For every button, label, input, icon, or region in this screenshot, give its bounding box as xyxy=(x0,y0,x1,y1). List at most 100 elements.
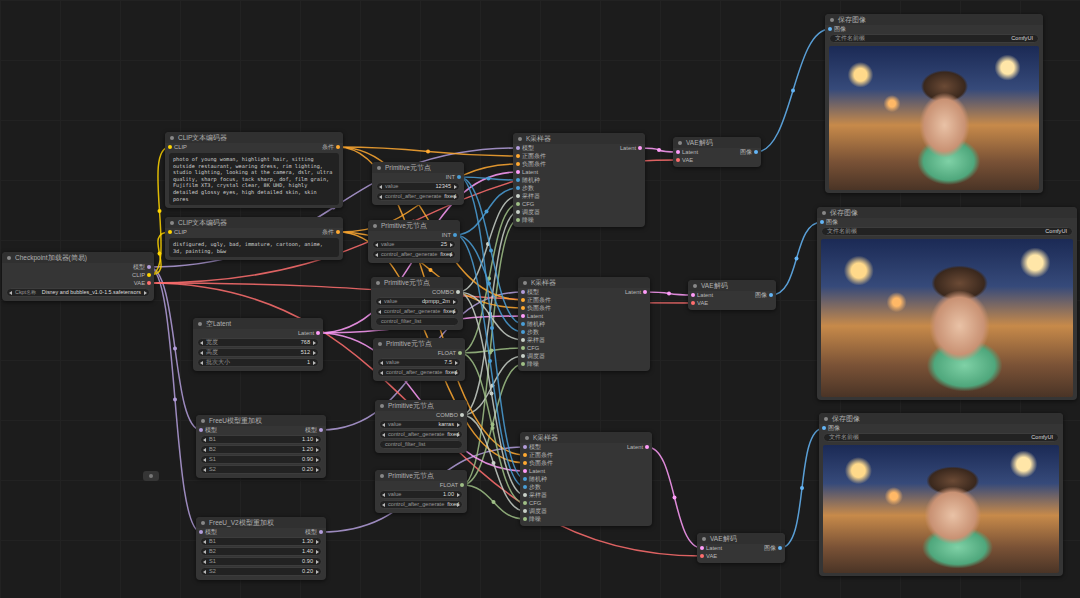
input-port-icon[interactable] xyxy=(199,530,203,534)
input-port-icon[interactable] xyxy=(516,218,520,222)
link-wire[interactable] xyxy=(318,316,523,333)
node-header[interactable]: K采样器 xyxy=(518,277,650,288)
link-midpoint-icon[interactable] xyxy=(488,351,492,355)
decrement-arrow-icon[interactable] xyxy=(382,493,385,497)
input-port-icon[interactable] xyxy=(523,453,527,457)
link-wire[interactable] xyxy=(318,172,518,333)
output-port-icon[interactable] xyxy=(147,273,151,277)
ksampler-node[interactable]: K采样器模型Latent正面条件负面条件Latent随机种步数采样器CFG调度器… xyxy=(520,432,652,526)
node-header[interactable]: CLIP文本编码器 xyxy=(165,132,343,143)
number-widget[interactable]: B21.40 xyxy=(200,547,322,556)
node-header[interactable]: Checkpoint加载器(简易) xyxy=(2,252,154,263)
decrement-arrow-icon[interactable] xyxy=(380,361,383,365)
number-widget[interactable]: value12345 xyxy=(376,182,460,191)
input-port-icon[interactable] xyxy=(521,314,525,318)
link-midpoint-icon[interactable] xyxy=(173,398,177,402)
increment-arrow-icon[interactable] xyxy=(457,423,460,427)
link-wire[interactable] xyxy=(338,147,518,156)
node-header[interactable]: Primitive元节点 xyxy=(375,400,467,411)
save-node[interactable]: 保存图像图像文件名前缀ComfyUI xyxy=(817,207,1077,400)
node-header[interactable]: 保存图像 xyxy=(819,413,1063,424)
decrement-arrow-icon[interactable] xyxy=(9,291,12,295)
output-port-icon[interactable] xyxy=(645,445,649,449)
link-midpoint-icon[interactable] xyxy=(158,252,162,256)
increment-arrow-icon[interactable] xyxy=(144,291,147,295)
increment-arrow-icon[interactable] xyxy=(316,570,319,574)
input-port-icon[interactable] xyxy=(516,178,520,182)
link-midpoint-icon[interactable] xyxy=(791,89,795,93)
decrement-arrow-icon[interactable] xyxy=(200,361,203,365)
save-node[interactable]: 保存图像图像文件名前缀ComfyUI xyxy=(825,14,1043,193)
freeu-node[interactable]: FreeU_V2模型重加权模型模型B11.30B21.40S10.90S20.2… xyxy=(196,517,326,580)
decrement-arrow-icon[interactable] xyxy=(380,371,383,375)
node-canvas[interactable]: Checkpoint加载器(简易)模型CLIPVAECkpt名称Disney a… xyxy=(0,0,1080,598)
number-widget[interactable]: B21.20 xyxy=(200,445,322,454)
decrement-arrow-icon[interactable] xyxy=(379,195,382,199)
decrement-arrow-icon[interactable] xyxy=(375,253,378,257)
input-port-icon[interactable] xyxy=(828,27,832,31)
input-port-icon[interactable] xyxy=(521,330,525,334)
link-wire[interactable] xyxy=(338,232,525,463)
increment-arrow-icon[interactable] xyxy=(453,300,456,304)
primitive-node[interactable]: Primitive元节点FLOATvalue1.00control_after_… xyxy=(375,470,467,513)
decrement-arrow-icon[interactable] xyxy=(375,243,378,247)
increment-arrow-icon[interactable] xyxy=(316,468,319,472)
increment-arrow-icon[interactable] xyxy=(313,361,316,365)
number-widget[interactable]: S10.90 xyxy=(200,455,322,464)
output-port-icon[interactable] xyxy=(319,530,323,534)
output-port-icon[interactable] xyxy=(638,146,642,150)
decrement-arrow-icon[interactable] xyxy=(379,185,382,189)
checkpoint-node[interactable]: Checkpoint加载器(简易)模型CLIPVAECkpt名称Disney a… xyxy=(2,252,154,301)
output-port-icon[interactable] xyxy=(456,290,460,294)
link-wire[interactable] xyxy=(459,177,518,180)
number-widget[interactable]: value7.5 xyxy=(377,358,461,367)
collapse-dot-icon[interactable] xyxy=(201,521,205,525)
input-port-icon[interactable] xyxy=(516,170,520,174)
link-wire[interactable] xyxy=(462,356,523,415)
output-port-icon[interactable] xyxy=(457,175,461,179)
output-port-icon[interactable] xyxy=(643,290,647,294)
input-port-icon[interactable] xyxy=(168,145,172,149)
link-midpoint-icon[interactable] xyxy=(673,496,677,500)
input-port-icon[interactable] xyxy=(523,501,527,505)
number-widget[interactable]: S20.20 xyxy=(200,567,322,576)
primitive-node[interactable]: Primitive元节点COMBOvaluedpmpp_2mcontrol_af… xyxy=(371,277,463,330)
collapse-dot-icon[interactable] xyxy=(378,342,382,346)
number-widget[interactable]: S20.20 xyxy=(200,465,322,474)
input-port-icon[interactable] xyxy=(521,322,525,326)
decrement-arrow-icon[interactable] xyxy=(203,438,206,442)
link-midpoint-icon[interactable] xyxy=(489,249,493,253)
decrement-arrow-icon[interactable] xyxy=(382,423,385,427)
link-wire[interactable] xyxy=(458,196,518,292)
latent-node[interactable]: 空LatentLatent宽度768高度512批次大小1 xyxy=(193,318,323,371)
link-midpoint-icon[interactable] xyxy=(491,384,495,388)
input-port-icon[interactable] xyxy=(523,509,527,513)
input-port-icon[interactable] xyxy=(523,461,527,465)
input-port-icon[interactable] xyxy=(523,477,527,481)
decrement-arrow-icon[interactable] xyxy=(203,570,206,574)
collapse-dot-icon[interactable] xyxy=(830,18,834,22)
output-port-icon[interactable] xyxy=(147,281,151,285)
input-port-icon[interactable] xyxy=(521,290,525,294)
input-port-icon[interactable] xyxy=(521,346,525,350)
collapse-dot-icon[interactable] xyxy=(822,211,826,215)
decrement-arrow-icon[interactable] xyxy=(378,300,381,304)
collapse-dot-icon[interactable] xyxy=(201,419,205,423)
collapse-dot-icon[interactable] xyxy=(518,137,522,141)
link-wire[interactable] xyxy=(647,447,702,548)
increment-arrow-icon[interactable] xyxy=(316,438,319,442)
decrement-arrow-icon[interactable] xyxy=(203,550,206,554)
increment-arrow-icon[interactable] xyxy=(316,448,319,452)
increment-arrow-icon[interactable] xyxy=(457,433,460,437)
number-widget[interactable]: value25 xyxy=(372,240,456,249)
prompt-text[interactable]: photo of young woman, highlight hair, si… xyxy=(169,153,339,205)
number-widget[interactable]: 批次大小1 xyxy=(197,358,319,367)
input-port-icon[interactable] xyxy=(700,546,704,550)
input-port-icon[interactable] xyxy=(523,517,527,521)
link-wire[interactable] xyxy=(462,364,523,485)
increment-arrow-icon[interactable] xyxy=(450,253,453,257)
link-midpoint-icon[interactable] xyxy=(487,277,491,281)
collapsed-node[interactable] xyxy=(143,471,159,481)
output-port-icon[interactable] xyxy=(778,546,782,550)
link-wire[interactable] xyxy=(458,292,523,340)
